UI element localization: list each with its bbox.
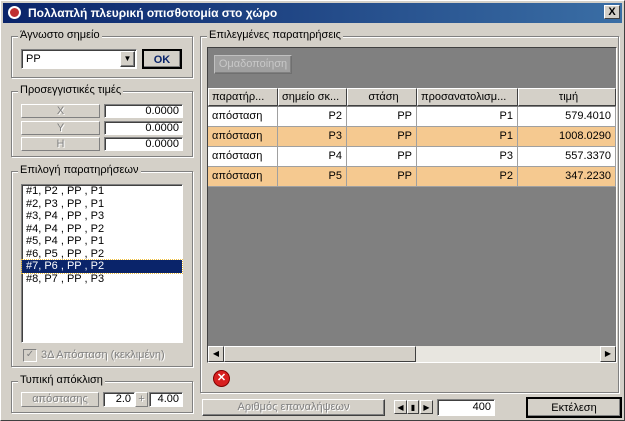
- table-row[interactable]: απόσταση P5 PP P2 347.2230: [208, 167, 616, 187]
- cell-observation: απόσταση: [208, 167, 278, 187]
- y-field[interactable]: 0.0000: [104, 121, 183, 135]
- cell-orientation: P1: [417, 127, 518, 147]
- scroll-left-icon[interactable]: ◀: [208, 346, 224, 362]
- list-item[interactable]: #2, P3 , PP , P1: [22, 198, 182, 211]
- x-label: X: [21, 104, 100, 118]
- chevron-down-icon[interactable]: ▼: [120, 51, 135, 67]
- cell-point: P2: [278, 107, 347, 127]
- cell-observation: απόσταση: [208, 127, 278, 147]
- cell-orientation: P1: [417, 107, 518, 127]
- main-window: Πολλαπλή πλευρική οπισθοτομία στο χώρο X…: [0, 0, 625, 421]
- iter-next-icon[interactable]: ▶: [420, 400, 433, 414]
- cell-observation: απόσταση: [208, 147, 278, 167]
- list-item[interactable]: #3, P4 , PP , P3: [22, 210, 182, 223]
- std-dev-label: Τυπική απόκλιση: [18, 374, 105, 386]
- known-point-value: PP: [26, 53, 41, 65]
- cell-value: 347.2230: [518, 167, 616, 187]
- cell-station: PP: [347, 147, 417, 167]
- approx-label: Προσεγγιστικές τιμές: [18, 84, 124, 96]
- col-header-value[interactable]: τιμή: [518, 88, 616, 106]
- col-header-point[interactable]: σημείο σκ...: [278, 88, 347, 106]
- scrollbar-thumb[interactable]: [224, 346, 416, 362]
- cell-observation: απόσταση: [208, 107, 278, 127]
- iter-first-icon[interactable]: ◀: [394, 400, 407, 414]
- scroll-right-icon[interactable]: ▶: [600, 346, 616, 362]
- title-bar: Πολλαπλή πλευρική οπισθοτομία στο χώρο X: [3, 3, 622, 23]
- cell-station: PP: [347, 127, 417, 147]
- horizontal-scrollbar[interactable]: ◀ ▶: [208, 346, 616, 362]
- checkbox-3d-label: 3Δ Απόσταση (κεκλιμένη): [41, 349, 165, 361]
- obs-select-label: Επιλογή παρατηρήσεων: [18, 164, 141, 176]
- col-header-observation[interactable]: παρατήρ...: [208, 88, 278, 106]
- h-label: H: [21, 137, 100, 151]
- col-header-orientation[interactable]: προσανατολισμ...: [417, 88, 518, 106]
- list-item[interactable]: #6, P5 , PP , P2: [22, 248, 182, 261]
- close-button[interactable]: X: [604, 5, 620, 19]
- group-button[interactable]: Ομαδοποίηση: [214, 55, 292, 74]
- x-field[interactable]: 0.0000: [104, 104, 183, 118]
- cell-orientation: P2: [417, 167, 518, 187]
- plus-label: +: [135, 392, 148, 407]
- table-row[interactable]: απόσταση P3 PP P1 1008.0290: [208, 127, 616, 147]
- cell-value: 1008.0290: [518, 127, 616, 147]
- list-item-selected[interactable]: #7, P6 , PP , P2: [21, 259, 183, 274]
- delete-icon[interactable]: ✕: [213, 370, 230, 387]
- known-point-select[interactable]: PP ▼: [21, 49, 137, 69]
- y-label: Y: [21, 121, 100, 135]
- cell-station: PP: [347, 107, 417, 127]
- cell-value: 579.4010: [518, 107, 616, 127]
- cell-value: 557.3370: [518, 147, 616, 167]
- table-row[interactable]: απόσταση P4 PP P3 557.3370: [208, 147, 616, 167]
- list-item[interactable]: #4, P4 , PP , P2: [22, 223, 182, 236]
- std-val2-field[interactable]: 4.00: [149, 392, 183, 407]
- h-field[interactable]: 0.0000: [104, 137, 183, 151]
- list-item[interactable]: #1, P2 , PP , P1: [22, 185, 182, 198]
- cell-orientation: P3: [417, 147, 518, 167]
- iter-prev-icon[interactable]: ▮: [407, 400, 419, 414]
- list-item[interactable]: #8, P7 , PP , P3: [22, 273, 182, 286]
- iterations-field[interactable]: 400: [437, 399, 495, 416]
- run-button[interactable]: Εκτέλεση: [526, 397, 622, 418]
- list-item[interactable]: #5, P4 , PP , P1: [22, 235, 182, 248]
- checkbox-3d[interactable]: ✓: [23, 349, 37, 362]
- app-icon: [8, 6, 21, 19]
- selected-obs-label: Επιλεγμένες παρατηρήσεις: [207, 29, 343, 41]
- known-point-label: Άγνωστο σημείο: [18, 29, 102, 41]
- window-title: Πολλαπλή πλευρική οπισθοτομία στο χώρο: [28, 6, 278, 20]
- cell-point: P5: [278, 167, 347, 187]
- table-row[interactable]: απόσταση P2 PP P1 579.4010: [208, 107, 616, 127]
- cell-station: PP: [347, 167, 417, 187]
- iterations-label: Αριθμός επαναλήψεων: [202, 399, 385, 416]
- std-val1-field[interactable]: 2.0: [103, 392, 135, 407]
- grid-header: παρατήρ... σημείο σκ... στάση προσανατολ…: [208, 88, 616, 106]
- cell-point: P3: [278, 127, 347, 147]
- observation-list[interactable]: #1, P2 , PP , P1 #2, P3 , PP , P1 #3, P4…: [21, 184, 183, 343]
- cell-point: P4: [278, 147, 347, 167]
- distance-button[interactable]: απόστασης: [21, 392, 99, 407]
- col-header-station[interactable]: στάση: [347, 88, 417, 106]
- ok-button[interactable]: OK: [142, 49, 182, 69]
